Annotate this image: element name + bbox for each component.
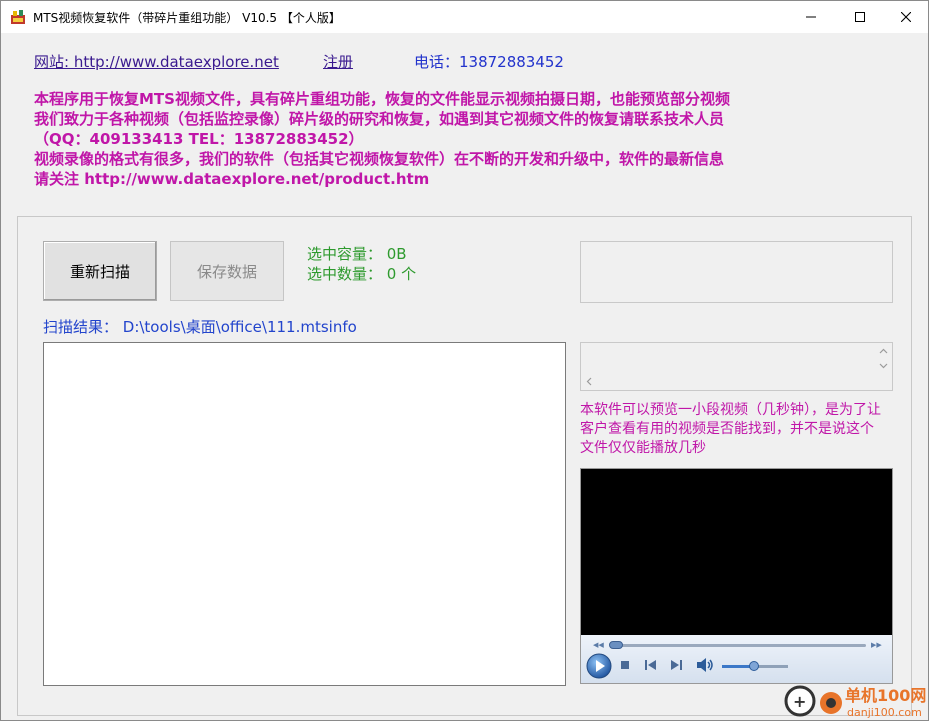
selected-size-label: 选中容量： 0B	[307, 245, 407, 263]
volume-slider-thumb[interactable]	[749, 661, 759, 671]
close-icon	[901, 12, 911, 22]
phone-label: 电话：13872883452	[414, 53, 564, 71]
play-button[interactable]	[586, 653, 612, 679]
svg-text:▶▶: ▶▶	[871, 641, 882, 649]
svg-text:◀◀: ◀◀	[593, 641, 604, 649]
chevron-up-icon	[879, 348, 888, 354]
maximize-icon	[855, 12, 865, 22]
app-icon	[11, 10, 25, 24]
file-list[interactable]	[43, 342, 566, 686]
skip-forward-icon	[671, 660, 682, 670]
intro-line-4: 视频录像的格式有很多，我们的软件（包括其它视频恢复软件）在不断的开发和升级中，软…	[34, 150, 725, 168]
player-controls: ◀◀ ▶▶	[581, 635, 892, 683]
app-window: MTS视频恢复软件（带碎片重组功能） V10.5 【个人版】 网站: http:…	[0, 0, 929, 721]
next-button[interactable]	[669, 659, 683, 671]
minimize-icon	[806, 16, 816, 18]
svg-text:+: +	[793, 692, 806, 711]
stop-button[interactable]	[619, 659, 631, 671]
speaker-icon	[697, 658, 713, 672]
vertical-scrollbar[interactable]	[875, 343, 892, 374]
previous-button[interactable]	[644, 659, 658, 671]
detail-textbox[interactable]	[580, 342, 893, 391]
selected-count-label: 选中数量： 0 个	[307, 265, 417, 283]
title-bar: MTS视频恢复软件（带碎片重组功能） V10.5 【个人版】	[1, 1, 928, 33]
info-box	[580, 241, 893, 303]
preview-note: 本软件可以预览一小段视频（几秒钟），是为了让客户查看有用的视频是否能找到，并不是…	[580, 402, 881, 456]
intro-line-2: 我们致力于各种视频（包括监控录像）碎片级的研究和恢复，如遇到其它视频文件的恢复请…	[34, 110, 725, 128]
save-data-button[interactable]: 保存数据	[170, 241, 284, 301]
register-link[interactable]: 注册	[323, 51, 353, 72]
maximize-button[interactable]	[837, 1, 883, 33]
intro-line-3: （QQ：409133413 TEL：13872883452）	[34, 130, 364, 148]
chevron-left-icon	[586, 377, 592, 386]
skip-back-icon	[645, 660, 656, 670]
scan-result-label: 扫描结果： D:\tools\桌面\office\111.mtsinfo	[43, 318, 357, 336]
close-button[interactable]	[883, 1, 929, 33]
window-title: MTS视频恢复软件（带碎片重组功能） V10.5 【个人版】	[33, 11, 341, 25]
intro-line-1: 本程序用于恢复MTS视频文件，具有碎片重组功能，恢复的文件能显示视频拍摄日期，也…	[34, 90, 730, 108]
rescan-button[interactable]: 重新扫描	[43, 241, 157, 301]
mute-button[interactable]	[696, 657, 714, 673]
horizontal-scrollbar[interactable]	[581, 373, 877, 390]
seek-arrows: ◀◀ ▶▶	[593, 641, 882, 649]
website-link[interactable]: 网站: http://www.dataexplore.net	[34, 51, 279, 72]
video-player[interactable]: ◀◀ ▶▶	[580, 468, 893, 684]
svg-text:danji100.com: danji100.com	[847, 706, 922, 719]
chevron-down-icon	[879, 363, 888, 369]
site-watermark-logo: + 单机100网 danji100.com	[784, 685, 926, 719]
stop-icon	[621, 661, 629, 669]
minimize-button[interactable]	[788, 1, 834, 33]
intro-line-5: 请关注 http://www.dataexplore.net/product.h…	[34, 170, 430, 188]
svg-text:单机100网: 单机100网	[845, 686, 926, 705]
